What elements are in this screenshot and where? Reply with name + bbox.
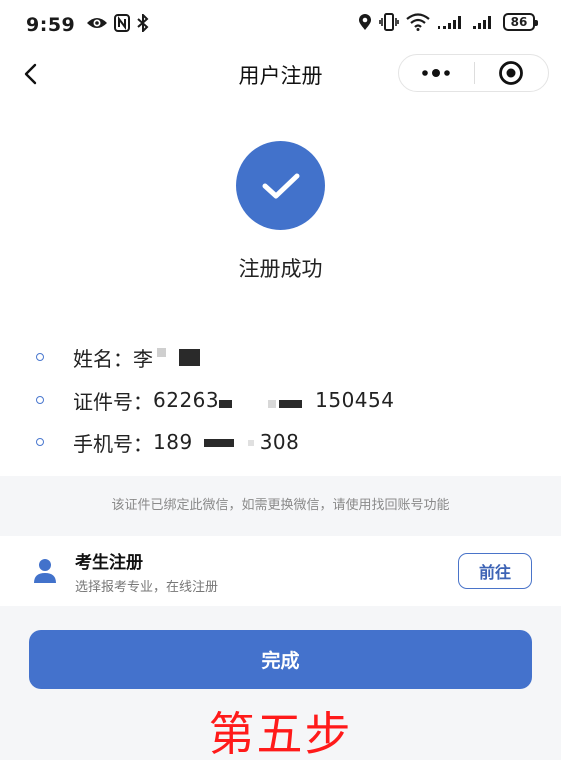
check-icon [236,141,325,230]
location-icon [358,13,372,31]
bullet-icon [36,396,44,404]
eye-icon [86,15,108,31]
info-row-name: 姓名： 李 [36,342,200,372]
signal-icon [437,14,465,30]
id-prefix: 62263 [153,388,220,412]
redaction-mark [178,348,200,366]
candidate-subtitle: 选择报考专业，在线注册 [75,580,219,595]
redaction-mark [203,439,234,447]
name-value: 李 [133,346,154,371]
candidate-registration-card: 考生注册 选择报考专业，在线注册 前往 [0,536,561,606]
target-circle-icon[interactable] [475,55,549,91]
wifi-icon [406,13,430,31]
name-label: 姓名： [73,346,133,371]
mini-program-capsule [398,54,549,92]
id-suffix: 150454 [315,388,395,412]
redaction-mark [268,400,277,408]
done-button[interactable]: 完成 [29,630,532,689]
candidate-title: 考生注册 [75,553,143,573]
goto-button[interactable]: 前往 [458,553,532,589]
status-bar: 9:59 86 [0,0,561,50]
bullet-icon [36,353,44,361]
rebind-notice: 该证件已绑定此微信，如需更换微信，请使用找回账号功能 [111,497,450,513]
redaction-mark [279,400,303,408]
step-caption: 第五步 [208,707,353,760]
nav-bar: 用户注册 [0,50,561,98]
phone-prefix: 189 [153,430,193,454]
vibrate-icon [379,13,399,31]
status-time: 9:59 [26,14,76,36]
phone-suffix: 308 [259,430,300,454]
redaction-mark [247,440,254,446]
battery-indicator: 86 [503,13,538,31]
info-row-id: 证件号： 62263 150454 [36,385,394,415]
info-row-phone: 手机号： 189 308 [36,427,299,457]
person-icon [33,558,57,584]
bluetooth-icon [136,12,150,34]
more-dots-icon[interactable] [399,55,474,91]
redaction-mark [219,400,233,408]
id-label: 证件号： [73,389,153,414]
redaction-mark [156,347,166,357]
success-message: 注册成功 [238,257,323,281]
bullet-icon [36,438,44,446]
phone-label: 手机号： [73,431,153,456]
signal-icon [472,14,496,30]
nfc-icon [114,14,130,32]
